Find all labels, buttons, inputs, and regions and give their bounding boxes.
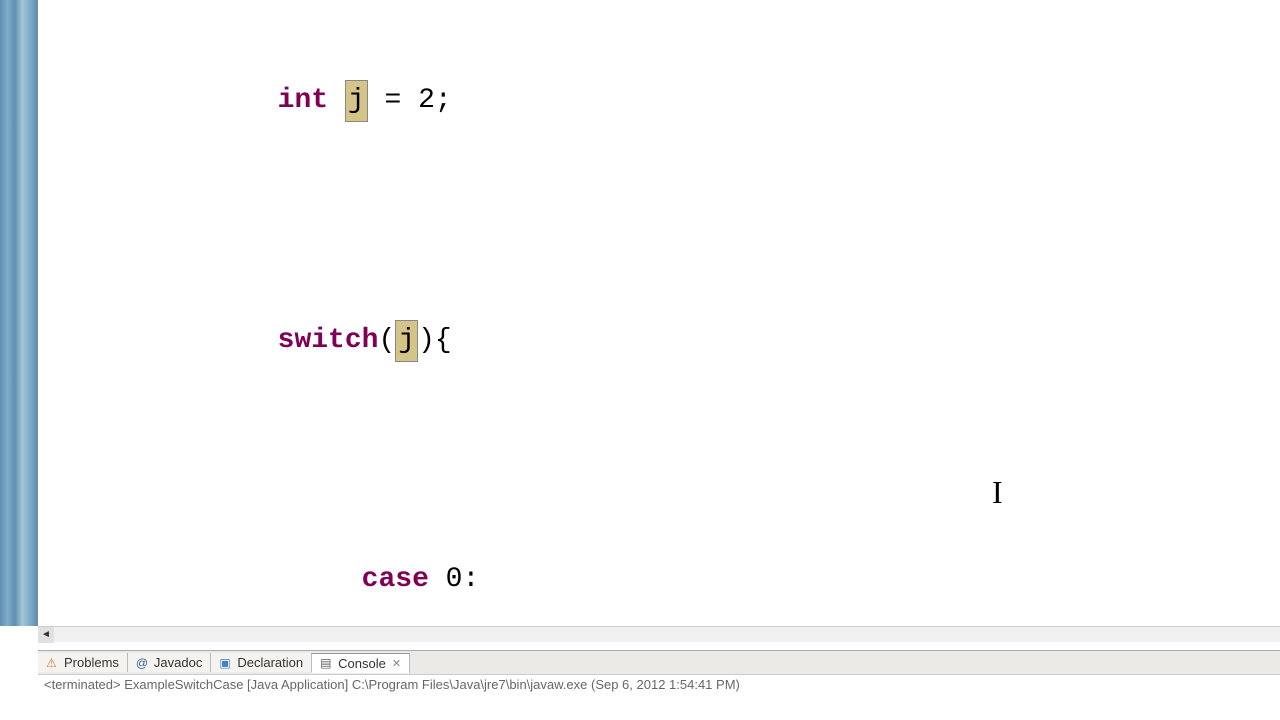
bottom-panel: ⚠ Problems @ Javadoc ▣ Declaration ▤ Con… — [38, 650, 1280, 720]
close-icon[interactable]: ✕ — [392, 657, 401, 670]
scroll-left-arrow-icon[interactable]: ◄ — [38, 627, 54, 643]
code-line-blank[interactable] — [76, 440, 1280, 480]
javadoc-icon: @ — [136, 656, 150, 670]
tab-label: Console — [338, 656, 386, 671]
code-text: ){ — [418, 325, 452, 356]
code-editor[interactable]: int j = 2; switch(j){ case 0: System.out… — [38, 0, 1280, 626]
keyword-switch: switch — [278, 325, 379, 356]
code-text: 0: — [429, 564, 479, 595]
console-icon: ▤ — [320, 656, 334, 670]
tab-console[interactable]: ▤ Console ✕ — [312, 653, 410, 673]
tab-label: Javadoc — [154, 655, 202, 670]
variable-j-decl: j — [345, 80, 368, 122]
code-line[interactable]: case 0: — [76, 560, 1280, 600]
declaration-icon: ▣ — [219, 656, 233, 670]
code-line[interactable]: switch(j){ — [76, 320, 1280, 360]
horizontal-scrollbar[interactable]: ◄ — [38, 626, 1280, 642]
variable-j-ref: j — [395, 320, 418, 362]
editor-gutter — [38, 0, 76, 626]
tab-declaration[interactable]: ▣ Declaration — [211, 653, 312, 672]
tab-label: Problems — [64, 655, 119, 670]
editor-left-margin — [0, 0, 38, 626]
code-text: ( — [378, 325, 395, 356]
keyword-case: case — [362, 564, 429, 595]
code-content[interactable]: int j = 2; switch(j){ case 0: System.out… — [76, 0, 1280, 626]
code-text: = 2; — [368, 85, 452, 116]
problems-icon: ⚠ — [46, 656, 60, 670]
code-line-blank[interactable] — [76, 200, 1280, 240]
console-status: <terminated> ExampleSwitchCase [Java App… — [38, 675, 1280, 694]
tab-label: Declaration — [237, 655, 303, 670]
code-line[interactable]: int j = 2; — [76, 80, 1280, 120]
tab-javadoc[interactable]: @ Javadoc — [128, 653, 211, 672]
tab-problems[interactable]: ⚠ Problems — [38, 653, 128, 672]
bottom-tabs: ⚠ Problems @ Javadoc ▣ Declaration ▤ Con… — [38, 651, 1280, 675]
keyword-int: int — [278, 85, 328, 116]
